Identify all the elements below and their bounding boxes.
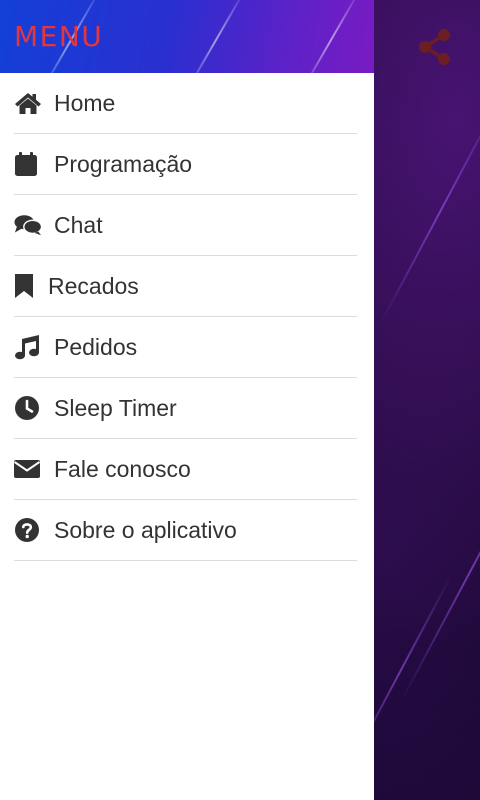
menu-item-chat[interactable]: Chat: [14, 195, 357, 256]
app-screen: MENU Home Programação Chat Recados Pedid…: [0, 0, 480, 800]
clock-icon: [14, 394, 42, 422]
menu-item-home[interactable]: Home: [14, 73, 357, 134]
menu-item-label: Programação: [54, 150, 193, 177]
menu-item-programacao[interactable]: Programação: [14, 134, 357, 195]
bookmark-icon: [14, 272, 42, 300]
menu-item-sleep-timer[interactable]: Sleep Timer: [14, 378, 357, 439]
chat-bubbles-icon: [14, 211, 42, 239]
menu-item-fale-conosco[interactable]: Fale conosco: [14, 439, 357, 500]
menu-item-pedidos[interactable]: Pedidos: [14, 317, 357, 378]
menu-item-recados[interactable]: Recados: [14, 256, 357, 317]
music-note-icon: [14, 333, 42, 361]
drawer-header: MENU: [0, 0, 374, 73]
menu-item-label: Pedidos: [54, 333, 138, 360]
menu-item-label: Home: [54, 89, 116, 116]
envelope-icon: [14, 455, 42, 483]
drawer-title: MENU: [14, 20, 104, 53]
share-icon: [419, 29, 450, 65]
home-icon: [14, 89, 42, 117]
menu-item-label: Chat: [54, 211, 103, 238]
menu-item-label: Fale conosco: [54, 455, 191, 482]
menu-item-label: Sleep Timer: [54, 394, 177, 421]
share-button[interactable]: [416, 28, 454, 66]
menu-item-label: Recados: [48, 272, 139, 299]
menu-item-label: Sobre o aplicativo: [54, 516, 237, 543]
question-circle-icon: [14, 516, 42, 544]
menu-item-sobre[interactable]: Sobre o aplicativo: [14, 500, 357, 561]
calendar-icon: [14, 150, 42, 178]
menu-list: Home Programação Chat Recados Pedidos Sl…: [0, 73, 374, 561]
navigation-drawer: MENU Home Programação Chat Recados Pedid…: [0, 0, 374, 800]
